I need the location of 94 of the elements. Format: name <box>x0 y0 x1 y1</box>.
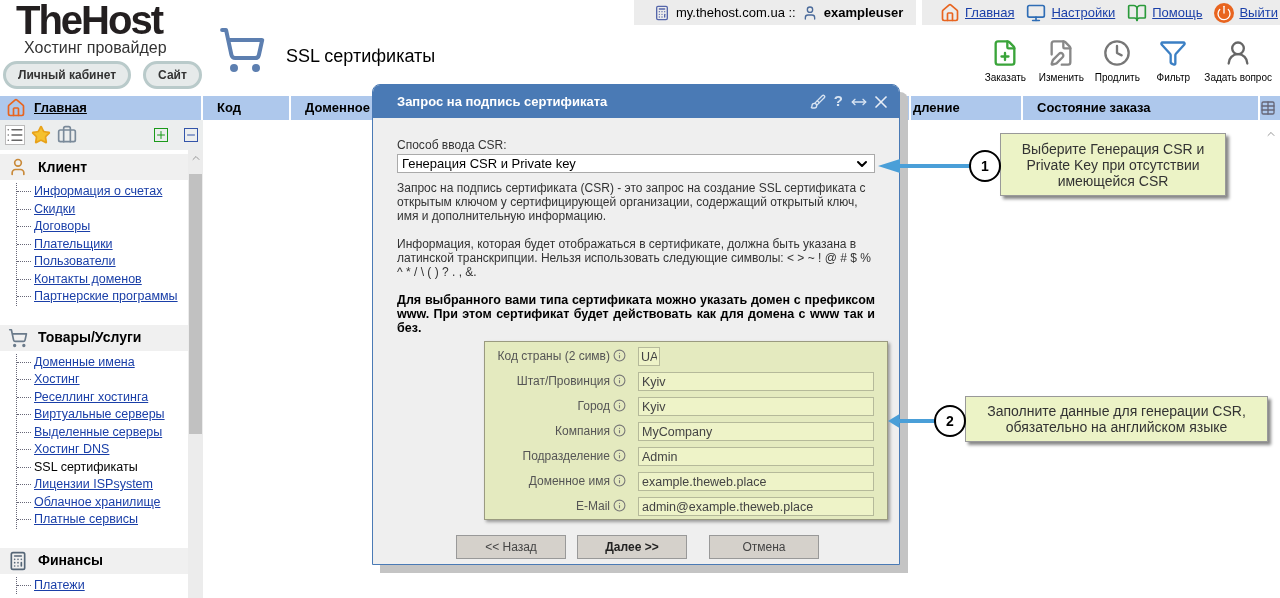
toolbar-button[interactable]: Задать вопрос <box>1204 39 1272 85</box>
description-text: Информация, которая будет отображаться в сертификате, должна быть указана в латинской транскрипции. Нельзя использовать следующие символы: < > ~ ! @ # $ % ^ * / \ ( ) ? . , &. <box>397 237 872 279</box>
text-field[interactable]: Kyiv <box>638 397 874 416</box>
dialog-button[interactable]: Далее >> <box>577 535 687 559</box>
expand-all-icon[interactable] <box>154 128 168 142</box>
info-icon[interactable] <box>613 374 626 387</box>
toolbar-button[interactable]: Изменить <box>1036 39 1087 85</box>
column-header[interactable]: Код <box>203 96 291 120</box>
field-label: E-Mail <box>575 497 610 515</box>
house-icon <box>940 2 960 23</box>
callout-arrow <box>888 413 936 429</box>
field-label: Код страны (2 симв) <box>496 347 610 365</box>
text-field[interactable]: MyCompany <box>638 422 874 441</box>
field-label: Штат/Провинция <box>515 372 610 390</box>
collapse-all-icon[interactable] <box>184 128 198 142</box>
field-label: Доменное имя <box>527 472 610 490</box>
sidebar-item[interactable]: Реселлинг хостинга <box>34 387 149 407</box>
info-icon[interactable] <box>613 399 626 412</box>
sidebar-item[interactable]: Хостинг DNS <box>34 440 110 460</box>
description-text: Запрос на подпись сертификата (CSR) - это запрос на создание SSL сертификата с открытым ключом у сертифицирующей организации, содержащий открытый ключ, имя и дополнительную информацию. <box>397 181 867 223</box>
sidebar-item[interactable]: SSL сертификаты <box>34 457 138 477</box>
star-icon[interactable] <box>31 125 51 145</box>
sidebar-item[interactable]: Платежи <box>34 575 85 595</box>
top-link[interactable]: Главная <box>965 2 1015 23</box>
column-header[interactable]: дление <box>911 96 1023 120</box>
cart-icon <box>218 26 266 74</box>
note-text: Для выбранного вами типа сертификата можно указать домен с префиксом www. При этом сертификат будет действовать как для домена с www так и без. <box>397 293 875 335</box>
nav-button[interactable]: Личный кабинет <box>3 61 132 89</box>
host-name: my.thehost.com.ua :: <box>676 3 796 22</box>
sidebar-item[interactable]: Платные сервисы <box>34 510 138 530</box>
field-label: Подразделение <box>521 447 610 465</box>
column-header[interactable]: Состояние заказа <box>1023 96 1260 120</box>
sidebar-group-header[interactable]: Клиент <box>0 154 188 180</box>
logo[interactable]: TheHost <box>3 0 210 39</box>
power-icon <box>1214 2 1235 23</box>
sidebar-item[interactable]: Договоры <box>34 217 91 237</box>
logo-tagline: Хостинг провайдер <box>23 39 168 57</box>
scrollbar[interactable] <box>188 150 203 598</box>
sidebar-group-header[interactable]: Товары/Услуги <box>0 324 188 351</box>
info-icon[interactable] <box>613 474 626 487</box>
field-label: Город <box>576 397 610 415</box>
toolbar-button[interactable]: Заказать <box>980 39 1031 85</box>
dialog-button[interactable]: << Назад <box>456 535 566 559</box>
monitor-icon <box>1026 2 1047 23</box>
sidebar-item[interactable]: Лицензии ISPsystem <box>34 475 153 495</box>
dialog-title: Запрос на подпись сертификата <box>397 92 608 111</box>
user-icon <box>8 157 28 177</box>
info-icon[interactable] <box>613 449 626 462</box>
home-link[interactable]: Главная <box>34 98 87 118</box>
sidebar-item[interactable]: Контакты доменов <box>34 269 142 289</box>
briefcase-icon[interactable] <box>57 125 77 145</box>
sidebar-item[interactable]: Пользователи <box>34 252 116 272</box>
brush-icon[interactable] <box>809 93 826 110</box>
sidebar-item[interactable]: Скидки <box>34 199 76 219</box>
step-number: 2 <box>934 405 966 437</box>
sidebar-item[interactable]: Партнерские программы <box>34 287 178 307</box>
nav-button[interactable]: Сайт <box>143 61 202 89</box>
sidebar-item[interactable]: Доменные имена <box>34 352 135 372</box>
sidebar-group-header[interactable]: Финансы <box>0 547 188 574</box>
csr-method-select[interactable]: Генерация CSR и Private key <box>397 154 875 173</box>
callout-box: Заполните данные для генерации CSR, обязательно на английском языке <box>965 396 1268 442</box>
cart-icon <box>8 327 28 348</box>
top-link[interactable]: Выйти <box>1239 2 1278 23</box>
text-field[interactable]: Kyiv <box>638 372 874 391</box>
step-number: 1 <box>969 150 1001 182</box>
clock-icon <box>1103 39 1132 67</box>
info-icon[interactable] <box>613 424 626 437</box>
table-settings-icon[interactable] <box>1260 100 1276 116</box>
text-field[interactable]: example.theweb.place <box>638 472 874 491</box>
sidebar-item[interactable]: Плательщики <box>34 234 113 254</box>
user-name: exampleuser <box>823 3 904 22</box>
top-link[interactable]: Помощь <box>1152 2 1203 23</box>
house-icon <box>6 98 26 118</box>
list-icon[interactable] <box>5 125 25 145</box>
field-label: Способ ввода CSR: <box>397 138 508 152</box>
toolbar-button[interactable]: Фильтр <box>1148 39 1199 85</box>
text-field[interactable]: Admin <box>638 447 874 466</box>
dialog-button[interactable]: Отмена <box>709 535 819 559</box>
page-title: SSL сертификаты <box>286 45 436 68</box>
filter-icon <box>1159 39 1188 67</box>
info-icon[interactable] <box>613 349 626 362</box>
book-icon <box>1127 2 1148 23</box>
toolbar-button[interactable]: Продлить <box>1092 39 1143 85</box>
sidebar-item[interactable]: Хостинг <box>34 370 80 390</box>
calculator-icon <box>654 4 670 21</box>
field-label: Компания <box>554 422 610 440</box>
text-field[interactable]: admin@example.theweb.place <box>638 497 874 516</box>
sidebar-item[interactable]: Выделенные серверы <box>34 422 163 442</box>
sidebar-item[interactable]: Информация о счетах <box>34 182 163 202</box>
sidebar-item[interactable]: Виртуальные серверы <box>34 405 165 425</box>
sidebar-item[interactable]: Облачное хранилище <box>34 492 161 512</box>
callout-box: Выберите Генерация CSR и Private Key при отсутствии имеющейся CSR <box>1000 133 1226 196</box>
top-link[interactable]: Настройки <box>1051 2 1116 23</box>
info-icon[interactable] <box>613 499 626 512</box>
